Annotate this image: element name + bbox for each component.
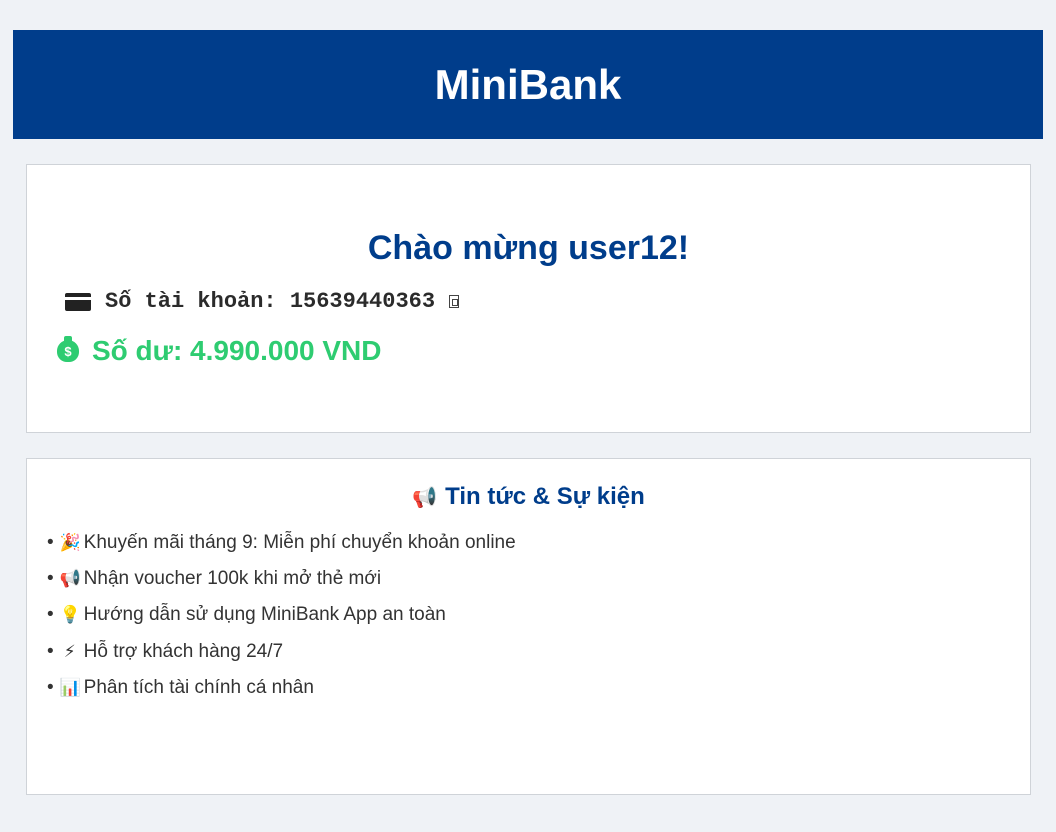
- account-number-row: Số tài khoản: 15639440363: [65, 289, 460, 314]
- news-item-text: Nhận voucher 100k khi mở thẻ mới: [83, 568, 382, 590]
- news-item-text: Hỗ trợ khách hàng 24/7: [83, 640, 284, 662]
- news-list: • 🎉 Khuyến mãi tháng 9: Miễn phí chuyển …: [47, 525, 516, 706]
- app-title: MiniBank: [434, 60, 622, 108]
- news-item-text: Hướng dẫn sử dụng MiniBank App an toàn: [83, 604, 446, 626]
- copy-icon[interactable]: [449, 295, 460, 308]
- news-item[interactable]: • 💡 Hướng dẫn sử dụng MiniBank App an to…: [47, 597, 516, 633]
- welcome-heading: Chào mừng user12!: [367, 229, 690, 267]
- news-item[interactable]: • 🎉 Khuyến mãi tháng 9: Miễn phí chuyển …: [47, 525, 516, 561]
- lightning-icon: ⚡: [63, 641, 76, 661]
- account-number: Số tài khoản: 15639440363: [105, 289, 436, 314]
- megaphone-icon: 📢: [412, 486, 438, 509]
- news-item[interactable]: • 📊 Phân tích tài chính cá nhân: [47, 670, 516, 706]
- news-item-text: Phân tích tài chính cá nhân: [83, 676, 314, 698]
- app-header: MiniBank: [13, 30, 1043, 139]
- news-item-text: Khuyến mãi tháng 9: Miễn phí chuyển khoả…: [83, 532, 516, 554]
- bullet: •: [47, 640, 54, 662]
- balance-row: $ Số dư: 4.990.000 VND: [57, 335, 382, 367]
- party-popper-icon: 🎉: [59, 533, 81, 553]
- bullet: •: [47, 568, 54, 590]
- balance-amount: Số dư: 4.990.000 VND: [92, 335, 382, 366]
- credit-card-icon: [65, 292, 91, 311]
- lightbulb-icon: 💡: [59, 605, 81, 625]
- megaphone-icon: 📢: [59, 569, 81, 589]
- money-bag-icon: $: [57, 336, 79, 362]
- bullet: •: [47, 676, 54, 698]
- news-item[interactable]: • 📢 Nhận voucher 100k khi mở thẻ mới: [47, 561, 516, 597]
- news-card: 📢 Tin tức & Sự kiện • 🎉 Khuyến mãi tháng…: [26, 458, 1031, 795]
- account-card: Chào mừng user12! Số tài khoản: 15639440…: [26, 164, 1031, 433]
- bar-chart-icon: 📊: [59, 677, 81, 697]
- bullet: •: [47, 532, 54, 554]
- news-title: Tin tức & Sự kiện: [445, 483, 645, 510]
- bullet: •: [47, 604, 54, 626]
- news-heading: 📢 Tin tức & Sự kiện: [27, 483, 1030, 511]
- news-item[interactable]: • ⚡ Hỗ trợ khách hàng 24/7: [47, 634, 516, 670]
